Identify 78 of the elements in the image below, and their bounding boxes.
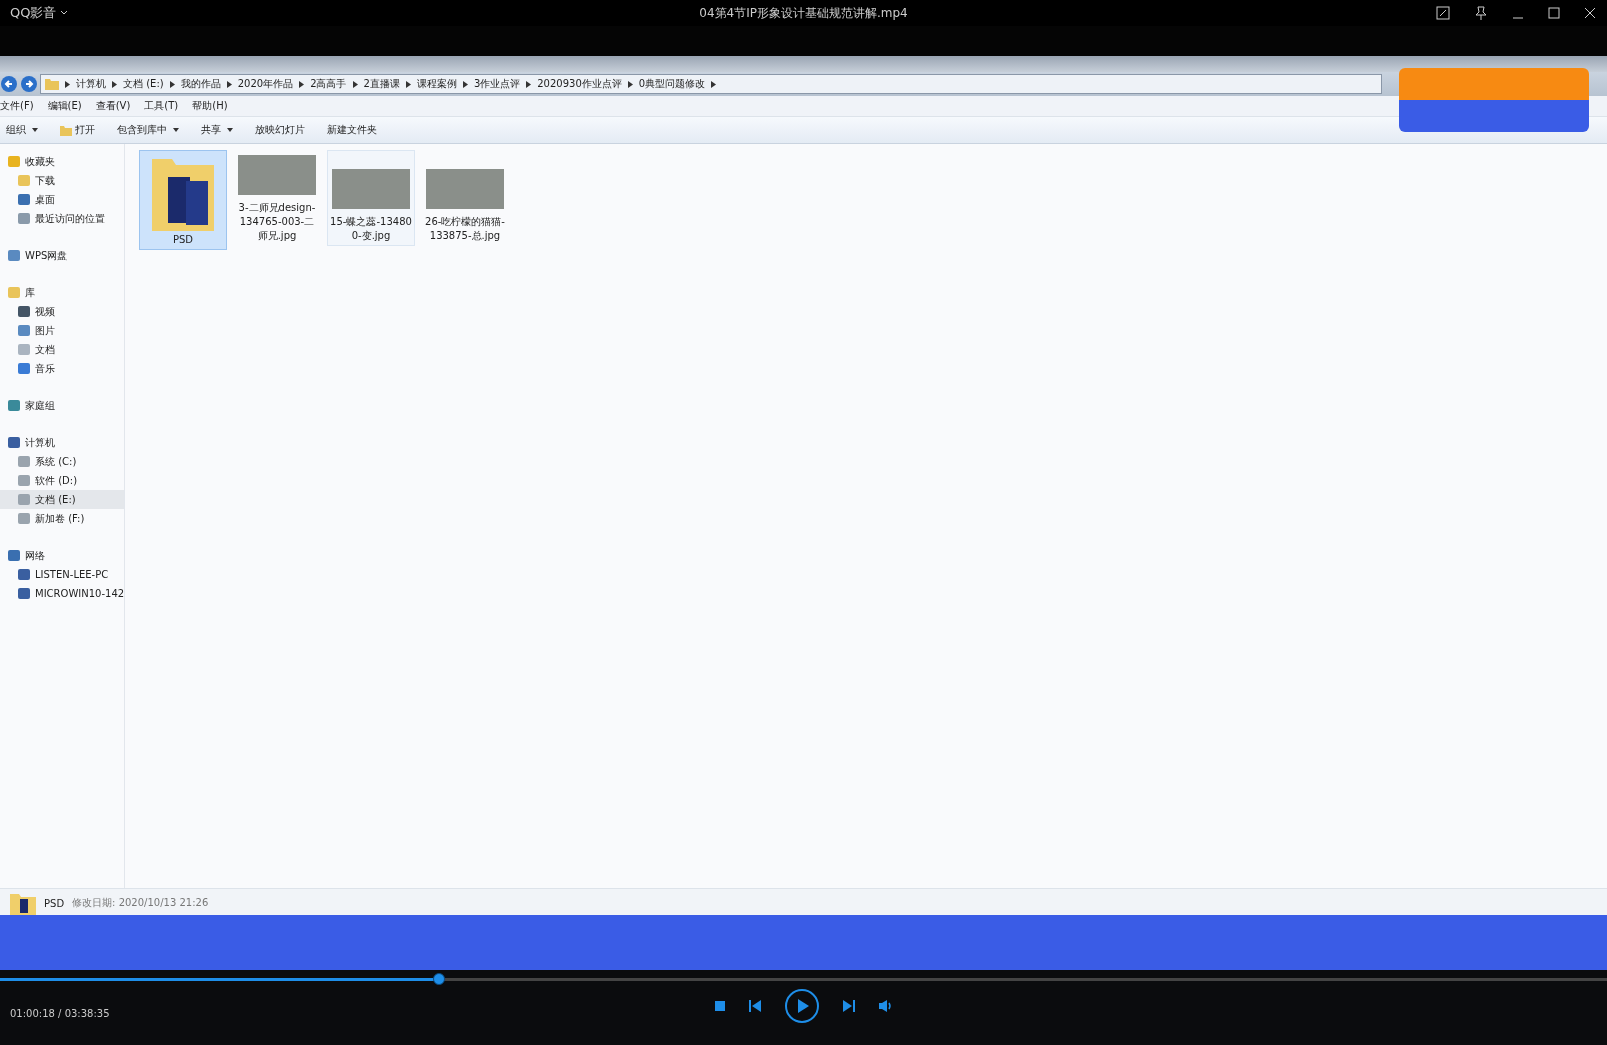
folder-icon	[45, 78, 59, 90]
chevron-icon[interactable]	[65, 80, 70, 88]
nav-item[interactable]: MICROWIN10-142	[0, 584, 124, 603]
app-menu[interactable]: QQ影音	[10, 4, 57, 22]
nav-item[interactable]: 计算机	[0, 433, 124, 452]
nav-item[interactable]: 文档 (E:)	[0, 490, 124, 509]
toolbar-button[interactable]: 新建文件夹	[327, 123, 377, 137]
close-icon[interactable]	[1583, 6, 1597, 20]
file-item[interactable]: 26-吃柠檬的猫猫-133875-总.jpg	[421, 150, 509, 246]
breadcrumb-item[interactable]: 2直播课	[363, 77, 400, 91]
maximize-icon[interactable]	[1547, 6, 1561, 20]
nav-item[interactable]: WPS网盘	[0, 246, 124, 265]
chevron-icon[interactable]	[112, 80, 117, 88]
nav-item[interactable]: 桌面	[0, 190, 124, 209]
breadcrumb-item[interactable]: 2020年作品	[237, 77, 294, 91]
chevron-icon[interactable]	[405, 80, 411, 88]
nav-item[interactable]: 库	[0, 283, 124, 302]
file-item[interactable]: PSD	[139, 150, 227, 250]
chevron-icon[interactable]	[462, 80, 468, 88]
folder-icon	[10, 891, 36, 915]
toolbar-button[interactable]: 共享	[201, 123, 233, 137]
previous-icon[interactable]	[747, 999, 762, 1013]
nav-item[interactable]: 下载	[0, 171, 124, 190]
seek-bar[interactable]	[0, 978, 1607, 981]
breadcrumb-item[interactable]: 3作业点评	[473, 77, 521, 91]
nav-item[interactable]: 音乐	[0, 359, 124, 378]
breadcrumb-item[interactable]: 文档 (E:)	[123, 77, 164, 91]
toolbar-button[interactable]: 打开	[60, 123, 95, 137]
stop-icon[interactable]	[713, 1000, 726, 1012]
seek-handle[interactable]	[432, 973, 445, 985]
next-icon[interactable]	[841, 999, 856, 1013]
address-bar[interactable]: 计算机 文档 (E:) 我的作品 2020年作品 2高高手 2直播课 课程案例 3作业点评 2020930作业点评 0典型问题修改	[40, 74, 1382, 94]
chevron-icon[interactable]	[299, 80, 305, 88]
status-detail: 修改日期: 2020/10/13 21:26	[72, 896, 209, 910]
breadcrumb-item[interactable]: 0典型问题修改	[638, 77, 706, 91]
breadcrumb-item[interactable]: 计算机	[76, 77, 106, 91]
chevron-icon[interactable]	[169, 80, 175, 88]
breadcrumb-item[interactable]: 2高高手	[310, 77, 347, 91]
nav-item[interactable]: 视频	[0, 302, 124, 321]
chevron-icon[interactable]	[526, 80, 532, 88]
menu-item[interactable]: 帮助(H)	[192, 99, 228, 113]
play-icon[interactable]	[783, 988, 820, 1024]
status-name: PSD	[44, 897, 65, 909]
menu-item[interactable]: 文件(F)	[0, 99, 34, 113]
nav-item[interactable]: 文档	[0, 340, 124, 359]
screenshot-icon[interactable]	[1435, 5, 1451, 21]
menu-item[interactable]: 查看(V)	[95, 99, 131, 113]
toolbar-button[interactable]: 包含到库中	[117, 123, 179, 137]
chevron-icon[interactable]	[226, 80, 232, 88]
nav-item[interactable]: 新加卷 (F:)	[0, 509, 124, 528]
breadcrumb-item[interactable]: 课程案例	[416, 77, 457, 91]
toolbar-button[interactable]: 放映幻灯片	[255, 123, 305, 137]
breadcrumb-item[interactable]: 我的作品	[180, 77, 221, 91]
forward-icon[interactable]	[20, 75, 38, 93]
chevron-icon[interactable]	[711, 80, 717, 88]
file-item[interactable]: 3-二师兄design-134765-003-二师兄.jpg	[233, 150, 321, 246]
nav-item[interactable]: 系统 (C:)	[0, 452, 124, 471]
back-icon[interactable]	[0, 75, 18, 93]
pin-icon[interactable]	[1473, 5, 1489, 21]
video-title: 04第4节IP形象设计基础规范讲解.mp4	[699, 4, 908, 22]
nav-item[interactable]: LISTEN-LEE-PC	[0, 565, 124, 584]
chevron-icon[interactable]	[352, 80, 358, 88]
menu-item[interactable]: 编辑(E)	[47, 99, 82, 113]
nav-item[interactable]: 家庭组	[0, 396, 124, 415]
playback-time: 01:00:18 / 03:38:35	[10, 1007, 110, 1019]
caret-icon[interactable]	[60, 10, 69, 16]
folder-icon	[60, 124, 72, 136]
file-item[interactable]: 15-蝶之蕊-134800-变.jpg	[327, 150, 415, 246]
menu-item[interactable]: 工具(T)	[144, 99, 179, 113]
volume-icon[interactable]	[877, 999, 894, 1013]
nav-item[interactable]: 收藏夹	[0, 152, 124, 171]
toolbar-button[interactable]: 组织	[6, 123, 38, 137]
nav-item[interactable]: 网络	[0, 546, 124, 565]
chevron-icon[interactable]	[627, 80, 633, 88]
nav-item[interactable]: 图片	[0, 321, 124, 340]
nav-item[interactable]: 最近访问的位置	[0, 209, 124, 228]
nav-item[interactable]: 软件 (D:)	[0, 471, 124, 490]
breadcrumb-item[interactable]: 2020930作业点评	[537, 77, 622, 91]
